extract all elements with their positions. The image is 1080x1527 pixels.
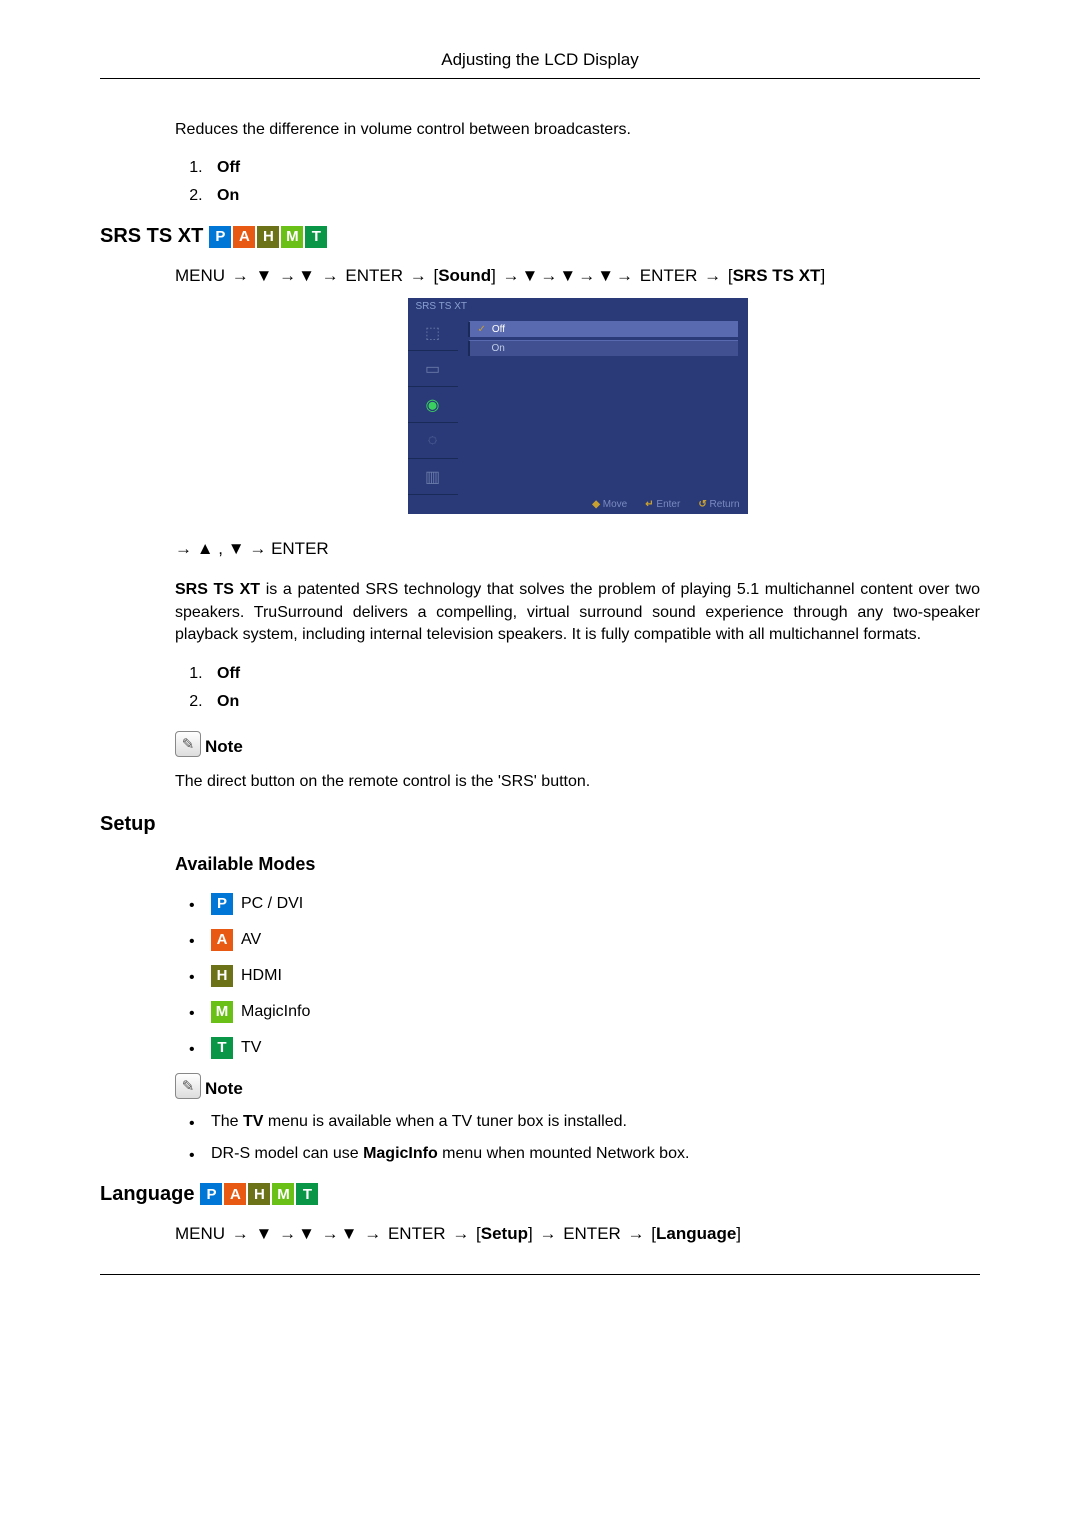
osd-footer: ◆ Move ↵ Enter ↺ Return [408, 495, 748, 514]
intro-text: Reduces the difference in volume control… [175, 119, 980, 141]
badge-t-icon: T [211, 1037, 233, 1059]
badge-row: P A H M T [200, 1183, 318, 1205]
mode-item: MMagicInfo [183, 1001, 980, 1023]
badge-a-icon: A [211, 929, 233, 951]
modes-list: PPC / DVI AAV HHDMI MMagicInfo TTV [183, 893, 980, 1059]
page-header: Adjusting the LCD Display [100, 50, 980, 79]
list-item: On [207, 693, 980, 711]
badge-p-icon: P [211, 893, 233, 915]
note-item: DR-S model can use MagicInfo menu when m… [183, 1145, 980, 1163]
list-item: Off [207, 665, 980, 683]
badge-a-icon: A [224, 1183, 246, 1205]
badge-m-icon: M [272, 1183, 294, 1205]
note-heading: ✎ Note [175, 1073, 980, 1099]
osd-option-off: ✓Off [468, 321, 738, 337]
osd-title: SRS TS XT [408, 298, 748, 315]
osd-screenshot: SRS TS XT ⬚ ▭ ◉ ◌ ▥ ✓Off On ◆ Move ↵ Ent… [408, 298, 748, 514]
note-heading: ✎ Note [175, 731, 980, 757]
mode-item: AAV [183, 929, 980, 951]
badge-row: P A H M T [209, 226, 327, 248]
osd-sidebar: ⬚ ▭ ◉ ◌ ▥ [408, 315, 458, 495]
available-modes-title: Available Modes [175, 854, 980, 875]
badge-t-icon: T [305, 226, 327, 248]
osd-main: ✓Off On [458, 315, 748, 495]
srs-description: SRS TS XT is a patented SRS technology t… [175, 579, 980, 646]
list-item: Off [207, 159, 980, 177]
badge-m-icon: M [281, 226, 303, 248]
osd-option-on: On [468, 340, 738, 356]
options-list-1: Off On [207, 159, 980, 205]
srs-nav-after: → ▲ , ▼ → ENTER [175, 539, 980, 559]
osd-multi-icon: ▥ [408, 459, 458, 495]
header-title: Adjusting the LCD Display [441, 50, 638, 69]
language-section-title: Language P A H M T [100, 1183, 980, 1206]
page-footer [100, 1274, 980, 1275]
badge-t-icon: T [296, 1183, 318, 1205]
options-list-2: Off On [207, 665, 980, 711]
note-item: The TV menu is available when a TV tuner… [183, 1113, 980, 1131]
setup-notes: The TV menu is available when a TV tuner… [183, 1113, 980, 1163]
setup-section-title: Setup [100, 813, 980, 836]
badge-m-icon: M [211, 1001, 233, 1023]
badge-h-icon: H [257, 226, 279, 248]
osd-selected-icon: ◉ [408, 387, 458, 423]
mode-item: PPC / DVI [183, 893, 980, 915]
srs-note-text: The direct button on the remote control … [175, 771, 980, 793]
badge-h-icon: H [248, 1183, 270, 1205]
list-item: On [207, 187, 980, 205]
mode-item: TTV [183, 1037, 980, 1059]
mode-item: HHDMI [183, 965, 980, 987]
srs-nav-path: MENU → ▼ →▼ → ENTER → [Sound] →▼→▼→▼→ EN… [175, 266, 980, 286]
osd-setup-icon: ◌ [408, 423, 458, 459]
badge-p-icon: P [200, 1183, 222, 1205]
note-icon: ✎ [175, 731, 201, 757]
note-icon: ✎ [175, 1073, 201, 1099]
badge-p-icon: P [209, 226, 231, 248]
osd-sound-icon: ▭ [408, 351, 458, 387]
language-nav-path: MENU → ▼ →▼ →▼ → ENTER → [Setup] → ENTER… [175, 1224, 980, 1244]
osd-picture-icon: ⬚ [408, 315, 458, 351]
badge-a-icon: A [233, 226, 255, 248]
badge-h-icon: H [211, 965, 233, 987]
srs-section-title: SRS TS XT P A H M T [100, 225, 980, 248]
